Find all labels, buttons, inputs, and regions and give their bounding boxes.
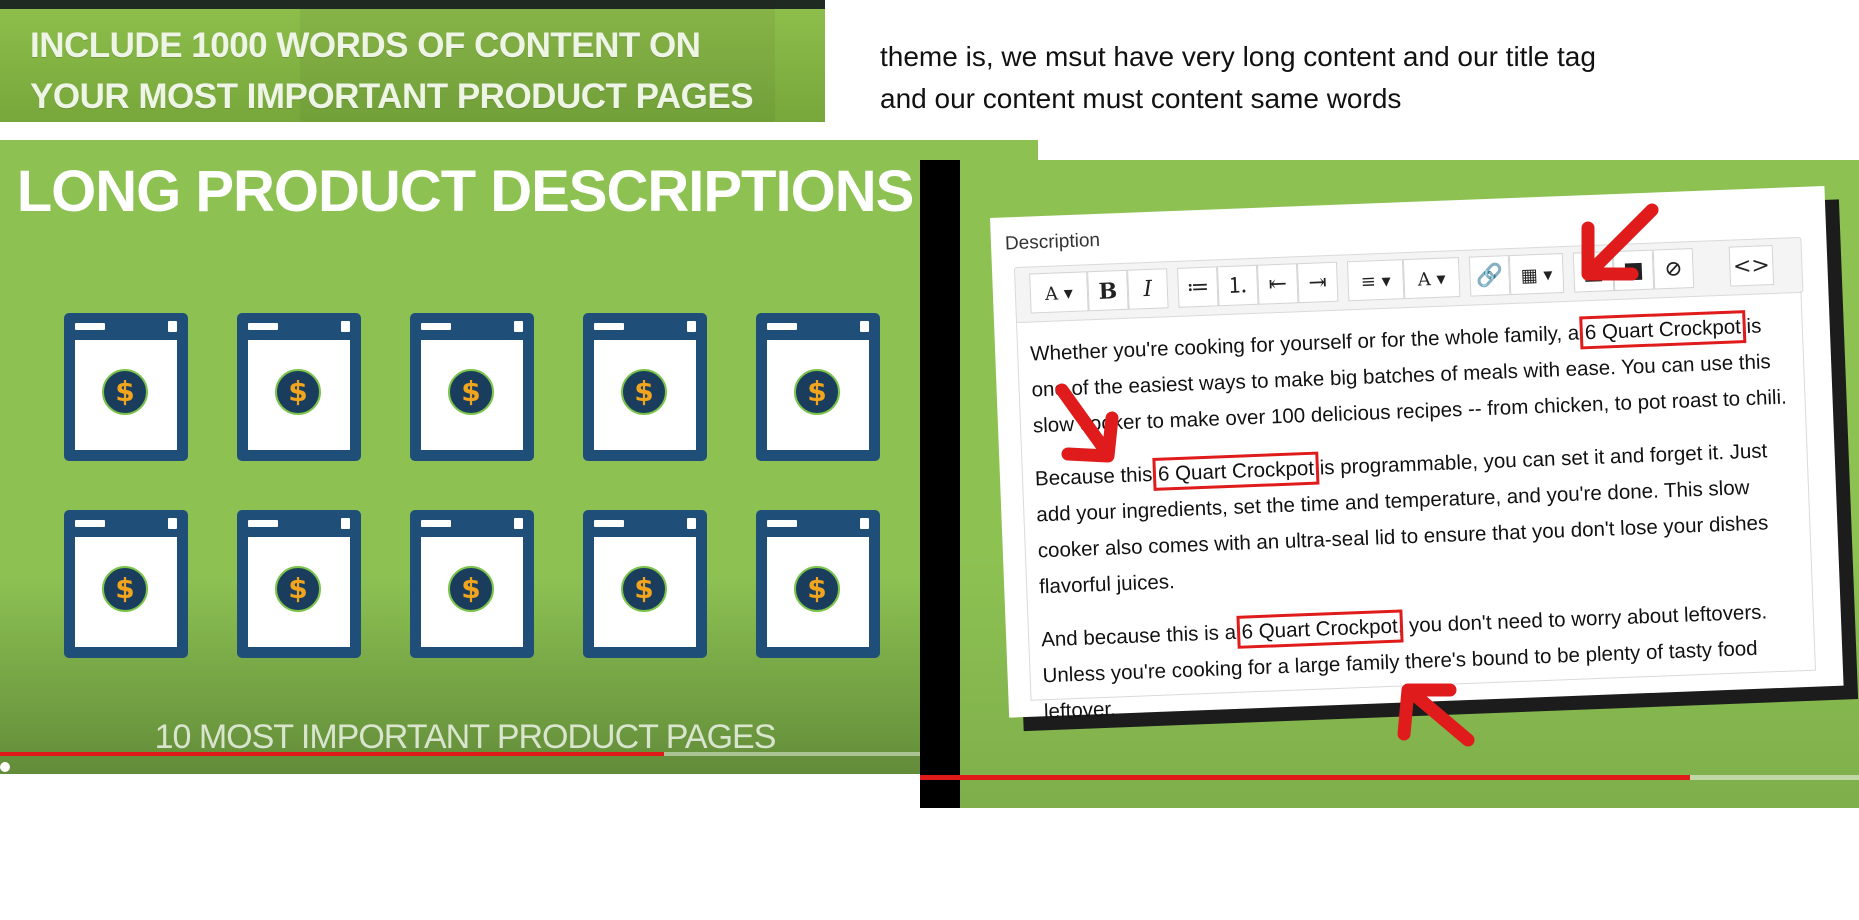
card-title-bar bbox=[767, 520, 797, 527]
clear-format-icon: ⊘ bbox=[1663, 256, 1684, 283]
outdent-button[interactable]: ⇤ bbox=[1256, 263, 1299, 305]
bold-icon: B bbox=[1098, 278, 1118, 305]
note-text: theme is, we msut have very long content… bbox=[880, 41, 1596, 114]
right-video-progress-fill bbox=[920, 775, 1690, 780]
dollar-coin-icon: $ bbox=[275, 369, 321, 415]
p3-text-before: And because this is a bbox=[1040, 620, 1243, 652]
card-window-button bbox=[687, 518, 696, 529]
card-window-button bbox=[168, 518, 177, 529]
left-video-progress-fill bbox=[0, 752, 665, 756]
card-window-button bbox=[168, 321, 177, 332]
product-page-card: $ bbox=[756, 510, 880, 658]
card-window-button bbox=[341, 321, 350, 332]
link-icon: 🔗 bbox=[1475, 263, 1504, 290]
bullet-list-button[interactable]: ≔ bbox=[1177, 266, 1219, 308]
product-page-card: $ bbox=[583, 510, 707, 658]
red-arrow-icon bbox=[1397, 683, 1475, 747]
right-video-frame: Description A ▾BI≔⒈⇤⇥≡ ▾A ▾🔗▦ ▾▣■⊘<> Whe… bbox=[920, 160, 1859, 808]
product-page-card: $ bbox=[583, 313, 707, 461]
card-title-bar bbox=[75, 520, 105, 527]
banner-line-1: INCLUDE 1000 WORDS OF CONTENT ON bbox=[30, 26, 701, 65]
card-title-bar bbox=[421, 520, 451, 527]
card-window-button bbox=[860, 321, 869, 332]
card-title-bar bbox=[594, 520, 624, 527]
italic-icon: I bbox=[1143, 276, 1153, 303]
banner-line-2: YOUR MOST IMPORTANT PRODUCT PAGES bbox=[30, 77, 754, 116]
keyword-highlight-3: 6 Quart Crockpot bbox=[1236, 608, 1404, 650]
font-icon: A ▾ bbox=[1044, 282, 1074, 305]
indent-button[interactable]: ⇥ bbox=[1296, 261, 1339, 304]
paragraph-1: Whether you're cooking for yourself or f… bbox=[1030, 307, 1794, 444]
link-button[interactable]: 🔗 bbox=[1468, 255, 1511, 297]
card-title-bar bbox=[594, 323, 624, 330]
product-page-card: $ bbox=[410, 313, 534, 461]
indent-icon: ⇥ bbox=[1308, 270, 1328, 296]
paragraph-2: Because this 6 Quart Crockpot is program… bbox=[1034, 432, 1799, 605]
p1-text-before: Whether you're cooking for yourself or f… bbox=[1029, 321, 1586, 366]
dollar-coin-icon: $ bbox=[621, 566, 667, 612]
card-window-button bbox=[514, 518, 523, 529]
align-button[interactable]: ≡ ▾ bbox=[1346, 259, 1405, 302]
card-title-bar bbox=[248, 323, 278, 330]
bullet-list-icon: ≔ bbox=[1185, 274, 1210, 301]
product-page-card: $ bbox=[64, 510, 188, 658]
left-video-title: LONG PRODUCT DESCRIPTIONS bbox=[16, 159, 915, 224]
font-button[interactable]: A ▾ bbox=[1029, 271, 1089, 314]
right-video-black-bar bbox=[920, 160, 960, 808]
dollar-coin-icon: $ bbox=[794, 369, 840, 415]
dollar-coin-icon: $ bbox=[275, 566, 321, 612]
dollar-coin-icon: $ bbox=[448, 369, 494, 415]
text-color-icon: A ▾ bbox=[1417, 268, 1446, 291]
product-page-card: $ bbox=[756, 313, 880, 461]
product-page-card: $ bbox=[237, 510, 361, 658]
numbered-list-icon: ⒈ bbox=[1226, 273, 1250, 299]
card-window-button bbox=[514, 321, 523, 332]
keyword-highlight-2: 6 Quart Crockpot bbox=[1152, 450, 1320, 493]
card-title-bar bbox=[75, 323, 105, 330]
banner-text: INCLUDE 1000 WORDS OF CONTENT ON YOUR MO… bbox=[30, 20, 754, 122]
dollar-coin-icon: $ bbox=[621, 369, 667, 415]
banner-image: INCLUDE 1000 WORDS OF CONTENT ON YOUR MO… bbox=[0, 0, 825, 122]
red-arrow-icon bbox=[1581, 203, 1659, 281]
text-color-button[interactable]: A ▾ bbox=[1402, 257, 1461, 300]
code-view-button[interactable]: <> bbox=[1728, 244, 1775, 287]
dollar-coin-icon: $ bbox=[448, 566, 494, 612]
dollar-coin-icon: $ bbox=[102, 566, 148, 612]
table-button[interactable]: ▦ ▾ bbox=[1508, 253, 1565, 296]
card-window-button bbox=[860, 518, 869, 529]
product-page-card: $ bbox=[410, 510, 534, 658]
outdent-icon: ⇤ bbox=[1268, 271, 1288, 298]
italic-button[interactable]: I bbox=[1127, 268, 1169, 310]
card-window-button bbox=[341, 518, 350, 529]
bold-button[interactable]: B bbox=[1087, 269, 1129, 312]
card-title-bar bbox=[248, 520, 278, 527]
align-icon: ≡ ▾ bbox=[1360, 270, 1392, 293]
left-video-frame: LONG PRODUCT DESCRIPTIONS $ $ $ $ $ $ $ $ $ $ 10 … bbox=[0, 140, 1038, 774]
keyword-highlight-1: 6 Quart Crockpot bbox=[1579, 308, 1747, 351]
code-view-icon: <> bbox=[1732, 253, 1771, 280]
table-icon: ▦ ▾ bbox=[1520, 264, 1553, 287]
dollar-coin-icon: $ bbox=[794, 566, 840, 612]
editor-content[interactable]: Whether you're cooking for yourself or f… bbox=[1015, 290, 1816, 723]
card-window-button bbox=[687, 321, 696, 332]
red-arrow-icon bbox=[1055, 383, 1119, 463]
dollar-coin-icon: $ bbox=[102, 369, 148, 415]
left-video-progress-handle[interactable] bbox=[0, 762, 10, 772]
card-title-bar bbox=[421, 323, 451, 330]
numbered-list-button[interactable]: ⒈ bbox=[1217, 264, 1259, 307]
description-label: Description bbox=[1004, 229, 1101, 255]
product-page-card: $ bbox=[64, 313, 188, 461]
product-page-card: $ bbox=[237, 313, 361, 461]
card-title-bar bbox=[767, 323, 797, 330]
